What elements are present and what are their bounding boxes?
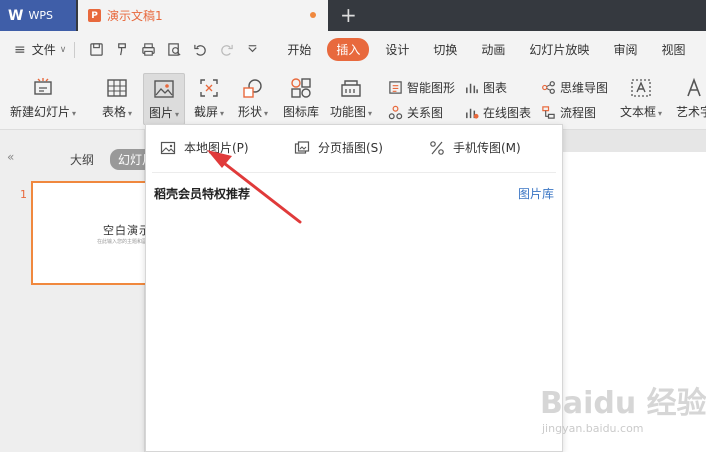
tab-review[interactable]: 审阅: [613, 41, 637, 58]
phone-transfer-icon: [430, 140, 444, 155]
tab-view[interactable]: 视图: [661, 41, 685, 58]
function-chart-button[interactable]: 功能图 ▾: [330, 76, 372, 120]
screenshot-icon: [200, 79, 218, 97]
phone-picture-item[interactable]: 手机传图(M): [429, 139, 521, 156]
watermark-url: jingyan.baidu.com: [542, 422, 644, 435]
art-text-label: 艺术字: [676, 105, 706, 119]
page-insert-icon: [294, 140, 310, 154]
shape-icon: [243, 79, 262, 98]
function-chart-label: 功能图: [330, 105, 367, 119]
online-chart-button[interactable]: 在线图表: [464, 104, 531, 121]
picture-button[interactable]: 图片 ▾: [143, 73, 185, 125]
screenshot-button[interactable]: 截屏 ▾: [194, 76, 224, 120]
picture-library-link[interactable]: 图片库: [518, 185, 554, 202]
new-tab-button[interactable]: +: [340, 4, 357, 26]
art-text-icon: [687, 77, 701, 97]
save-icon[interactable]: [88, 42, 104, 58]
textbox-icon: [631, 79, 651, 97]
textbox-label: 文本框: [620, 105, 657, 119]
print-icon[interactable]: [140, 42, 156, 58]
title-bar: W WPS P 演示文稿1 +: [0, 0, 706, 31]
new-slide-label: 新建幻灯片: [10, 105, 71, 119]
smart-shape-label: 智能图形: [407, 81, 456, 95]
divider: [152, 172, 556, 173]
document-title: 演示文稿1: [107, 9, 163, 23]
hamburger-menu-icon[interactable]: ≡: [14, 42, 26, 58]
print-preview-icon[interactable]: [166, 42, 182, 58]
tab-design[interactable]: 设计: [385, 41, 409, 58]
new-slide-icon: [34, 78, 52, 95]
baidu-watermark: Baidu 经验 jingyan.baidu.com: [540, 378, 706, 448]
slide-thumbnail[interactable]: 空白演示 在此输入您的主题和副标题: [31, 181, 161, 285]
flowchart-label: 流程图: [560, 106, 597, 120]
local-picture-label: 本地图片(P): [184, 141, 249, 155]
smart-shape-icon: [389, 81, 402, 94]
table-label: 表格: [102, 105, 127, 119]
file-menu-label: 文件: [31, 43, 56, 57]
slide-number: 1: [20, 188, 27, 201]
mindmap-icon: [542, 81, 555, 94]
phone-picture-label: 手机传图(M): [453, 141, 521, 155]
icon-library-icon: [291, 78, 311, 98]
icon-library-label: 图标库: [283, 105, 320, 119]
app-name: WPS: [28, 9, 53, 22]
shape-button[interactable]: 形状 ▾: [238, 76, 268, 120]
chart-label: 图表: [483, 81, 508, 95]
page-insert-label: 分页插图(S): [318, 141, 383, 155]
tab-outline[interactable]: 大纲: [70, 151, 94, 168]
page-insert-picture-item[interactable]: 分页插图(S): [294, 139, 383, 156]
local-picture-item[interactable]: 本地图片(P): [160, 139, 249, 156]
picture-icon: [154, 80, 174, 98]
tab-insert[interactable]: 插入: [327, 38, 370, 61]
app-tab[interactable]: W WPS: [0, 0, 76, 31]
art-text-button[interactable]: 艺术字: [676, 76, 706, 120]
function-chart-icon: [341, 80, 361, 97]
shape-label: 形状: [238, 105, 263, 119]
slide-panel: « 大纲 幻灯片 1 空白演示 在此输入您的主题和副标题: [0, 130, 161, 452]
flowchart-button[interactable]: 流程图: [541, 104, 596, 121]
format-painter-icon[interactable]: [114, 42, 130, 58]
textbox-button[interactable]: 文本框 ▾: [620, 76, 662, 120]
chevron-down-icon: ∨: [59, 44, 67, 55]
table-button[interactable]: 表格 ▾: [102, 76, 132, 120]
document-tab[interactable]: P 演示文稿1: [78, 0, 328, 31]
ribbon-toolbar: 新建幻灯片 ▾ 表格 ▾ 图片 ▾ 截屏 ▾ 形状 ▾ 图标库 功能图 ▾ 智能图形 图表 …: [0, 68, 706, 130]
menu-bar: ≡ 文件 ∨ 开始 插入 设计 切换 动画 幻灯片放映 审阅 视图: [0, 31, 706, 68]
unsaved-dot-icon: [310, 12, 316, 18]
collapse-panel-icon[interactable]: «: [7, 150, 14, 164]
tab-slides[interactable]: 幻灯片: [110, 149, 150, 170]
wps-logo-icon: W: [8, 7, 23, 24]
redo-icon[interactable]: [218, 42, 234, 58]
online-chart-icon: [466, 108, 479, 119]
customize-toolbar-icon[interactable]: [244, 42, 260, 58]
picture-dropdown-menu: 本地图片(P) 分页插图(S) 手机传图(M) 稻壳会员特权推荐 图片库: [145, 124, 563, 452]
new-slide-button[interactable]: 新建幻灯片 ▾: [10, 76, 76, 120]
mindmap-label: 思维导图: [560, 81, 609, 95]
table-icon: [107, 79, 127, 97]
flowchart-icon: [542, 106, 555, 119]
presentation-icon: P: [88, 9, 101, 22]
tab-home[interactable]: 开始: [287, 41, 311, 58]
screenshot-label: 截屏: [194, 105, 219, 119]
mindmap-button[interactable]: 思维导图: [541, 79, 608, 96]
member-recommend-heading: 稻壳会员特权推荐: [154, 187, 251, 201]
image-icon: [160, 141, 176, 154]
chart-icon: [466, 83, 478, 94]
relation-chart-icon: [388, 105, 403, 120]
chart-button[interactable]: 图表: [464, 79, 507, 96]
thumbnail-title: 空白演示: [103, 224, 151, 237]
undo-icon[interactable]: [192, 42, 208, 58]
divider: [74, 41, 76, 58]
icon-library-button[interactable]: 图标库: [283, 76, 319, 120]
picture-label: 图片: [148, 106, 173, 120]
relation-chart-label: 关系图: [407, 106, 444, 120]
tab-transition[interactable]: 切换: [433, 41, 457, 58]
tab-slideshow[interactable]: 幻灯片放映: [529, 41, 589, 58]
relation-chart-button[interactable]: 关系图: [388, 104, 443, 121]
smart-shape-button[interactable]: 智能图形: [388, 79, 455, 96]
tab-animation[interactable]: 动画: [481, 41, 505, 58]
watermark-text: Baidu 经验: [540, 386, 706, 421]
online-chart-label: 在线图表: [483, 106, 532, 120]
file-menu[interactable]: 文件 ∨: [32, 41, 67, 58]
